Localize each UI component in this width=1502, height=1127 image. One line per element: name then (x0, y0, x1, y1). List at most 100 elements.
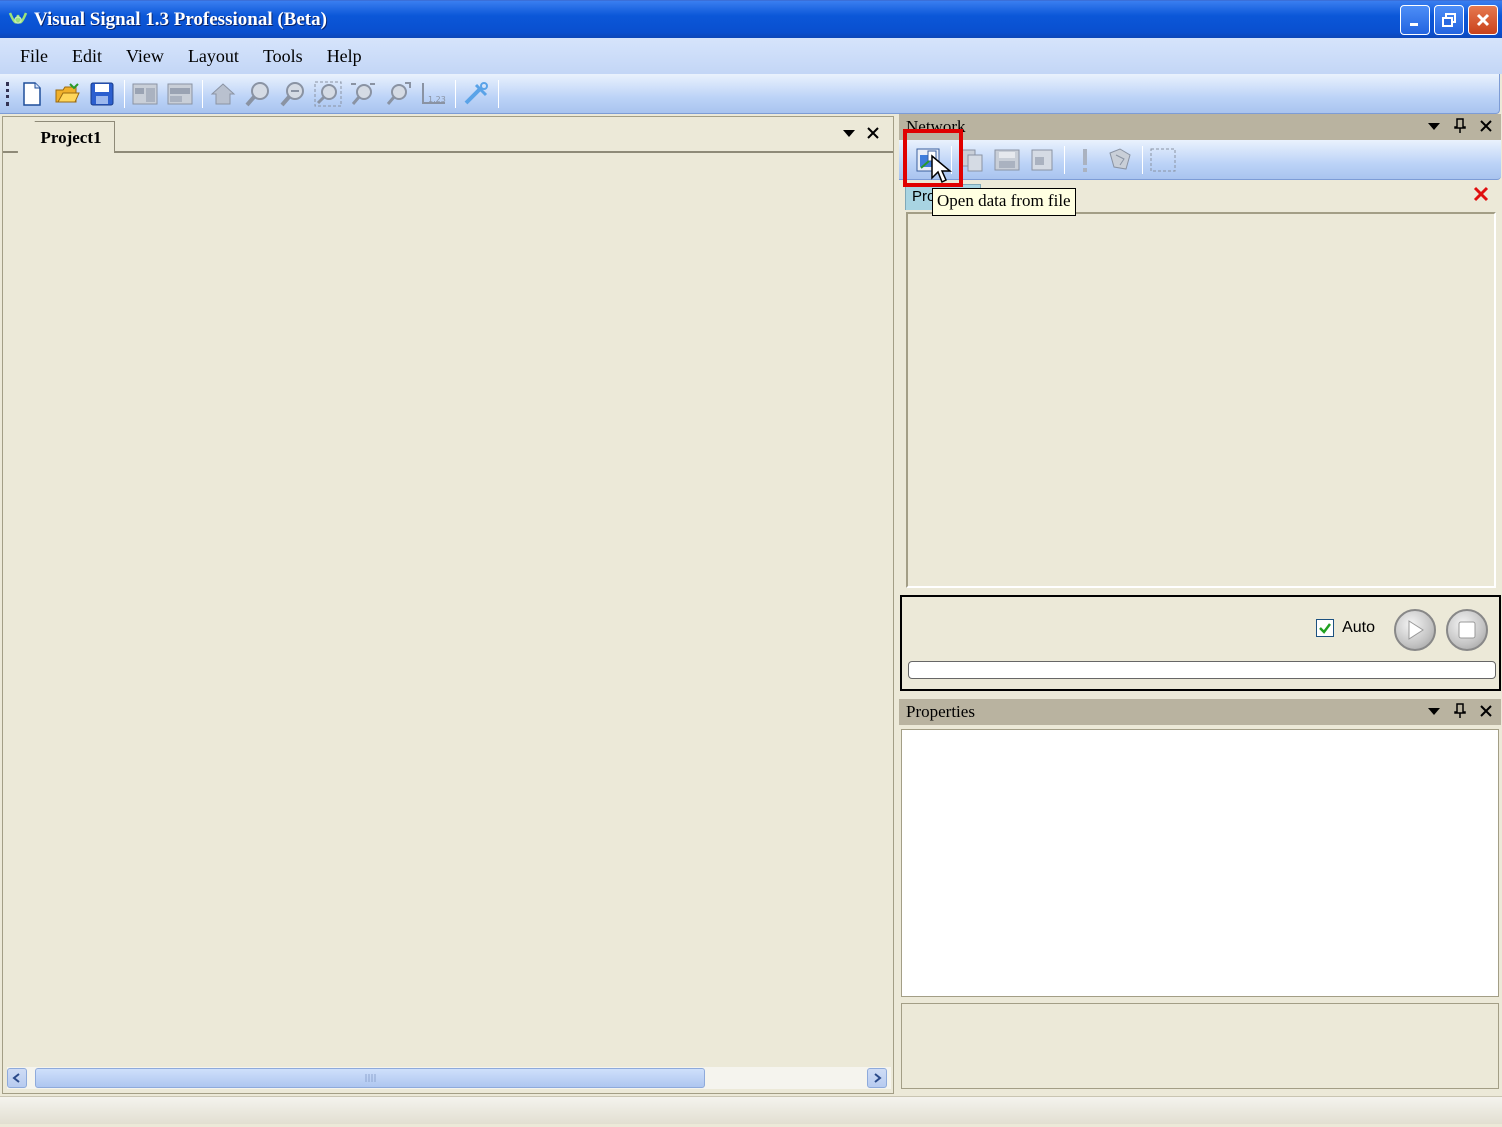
toolbar-separator (1142, 145, 1143, 174)
layout2-icon (167, 83, 193, 104)
save-data-button[interactable] (992, 145, 1022, 175)
zoom-region-icon (351, 82, 375, 105)
menu-layout[interactable]: Layout (188, 46, 239, 67)
stop-button[interactable] (1446, 609, 1488, 651)
close-tab-button[interactable] (863, 123, 883, 143)
new-icon (23, 81, 41, 106)
properties-panel-header: Properties (899, 699, 1501, 725)
pin-icon (1454, 118, 1466, 133)
app-logo-icon (6, 8, 30, 32)
pin-icon (1454, 703, 1466, 718)
toolbar-separator (498, 79, 499, 108)
network-tool-button[interactable] (1105, 145, 1135, 175)
close-icon (1476, 13, 1490, 27)
layout-button[interactable] (130, 79, 160, 109)
minimize-button[interactable] (1400, 5, 1430, 35)
tooltip: Open data from file (932, 188, 1076, 216)
network-canvas[interactable] (906, 212, 1496, 588)
network-menu-button[interactable] (1425, 117, 1443, 135)
chevron-left-icon (12, 1073, 20, 1083)
layout-alt-button[interactable] (165, 79, 195, 109)
toolbar-separator (455, 79, 456, 108)
minimize-icon (1410, 23, 1418, 26)
chevron-down-icon (843, 130, 855, 137)
chevron-down-icon (1428, 123, 1440, 130)
network-toolbar (899, 140, 1501, 180)
settings-icon (464, 81, 488, 104)
save-button[interactable] (87, 79, 117, 109)
network-panel: Network Pro (899, 114, 1501, 590)
tab-list-button[interactable] (839, 123, 859, 143)
menu-edit[interactable]: Edit (72, 46, 102, 67)
menu-tools[interactable]: Tools (263, 46, 303, 67)
menu-view[interactable]: View (126, 46, 164, 67)
properties-panel-title: Properties (906, 702, 975, 721)
window-title: Visual Signal 1.3 Professional (Beta) (34, 8, 327, 30)
zoom-in-button[interactable] (243, 79, 273, 109)
mouse-cursor-icon (931, 154, 952, 184)
zoom-reset-icon (386, 81, 411, 105)
scroll-left-button[interactable] (7, 1068, 27, 1088)
close-window-button[interactable] (1468, 5, 1498, 35)
properties-description (901, 1003, 1499, 1089)
zoom-out-icon (280, 81, 304, 106)
run-control-panel: Auto (900, 595, 1501, 691)
document-panel: Project1 (2, 116, 894, 1094)
play-icon (1408, 620, 1424, 640)
axis-button[interactable]: 1.23 (418, 79, 448, 109)
horizontal-scrollbar[interactable] (7, 1067, 891, 1089)
export-data-button[interactable] (1027, 145, 1057, 175)
status-bar (0, 1096, 1502, 1124)
menu-help[interactable]: Help (327, 46, 362, 67)
close-red-icon (1473, 186, 1489, 202)
chevron-right-icon (874, 1073, 882, 1083)
toolbar-separator (124, 79, 125, 108)
settings-button[interactable] (461, 79, 491, 109)
svg-text:1.23: 1.23 (428, 95, 446, 104)
properties-close-button[interactable] (1477, 702, 1495, 720)
zoom-fit-button[interactable] (313, 79, 343, 109)
network-close-button[interactable] (1477, 117, 1495, 135)
toolbar-grip[interactable] (6, 81, 9, 106)
auto-checkbox[interactable] (1316, 619, 1335, 637)
main-toolbar: 1.23 (0, 74, 1500, 114)
select-region-button[interactable] (1148, 145, 1178, 175)
auto-label: Auto (1342, 619, 1375, 636)
save-data-icon (994, 149, 1020, 170)
network-tab-close-button[interactable] (1471, 184, 1491, 204)
check-icon (1319, 623, 1332, 634)
toolbar-separator (202, 79, 203, 108)
home-button[interactable] (208, 79, 238, 109)
menu-file[interactable]: File (20, 46, 48, 67)
properties-pin-button[interactable] (1451, 702, 1469, 720)
toolbar-separator (1064, 145, 1065, 174)
run-network-button[interactable] (1070, 145, 1100, 175)
close-icon (1480, 705, 1492, 717)
run-progress-bar (908, 661, 1496, 679)
zoom-out-button[interactable] (278, 79, 308, 109)
tab-project1[interactable]: Project1 (17, 121, 115, 153)
chevron-down-icon (1428, 708, 1440, 715)
zoom-reset-button[interactable] (383, 79, 413, 109)
open-button[interactable] (52, 79, 82, 109)
home-icon (210, 82, 236, 104)
network-tool-icon (1109, 147, 1131, 170)
new-button[interactable] (17, 79, 47, 109)
play-button[interactable] (1394, 609, 1436, 651)
layout-icon (132, 83, 158, 104)
scroll-thumb[interactable] (35, 1068, 705, 1088)
network-pin-button[interactable] (1451, 117, 1469, 135)
restore-button[interactable] (1434, 5, 1464, 35)
project-canvas[interactable] (3, 153, 893, 1065)
restore-icon (1442, 13, 1456, 27)
menu-bar: File Edit View Layout Tools Help (0, 38, 1502, 74)
properties-grid[interactable] (901, 729, 1499, 997)
export-icon (1031, 149, 1053, 170)
close-icon (867, 127, 879, 139)
zoom-region-button[interactable] (348, 79, 378, 109)
scroll-right-button[interactable] (867, 1068, 887, 1088)
grip-icon (365, 1074, 376, 1082)
auto-checkbox-row[interactable]: Auto (1316, 619, 1375, 637)
properties-panel: Properties (899, 699, 1501, 1091)
properties-menu-button[interactable] (1425, 702, 1443, 720)
